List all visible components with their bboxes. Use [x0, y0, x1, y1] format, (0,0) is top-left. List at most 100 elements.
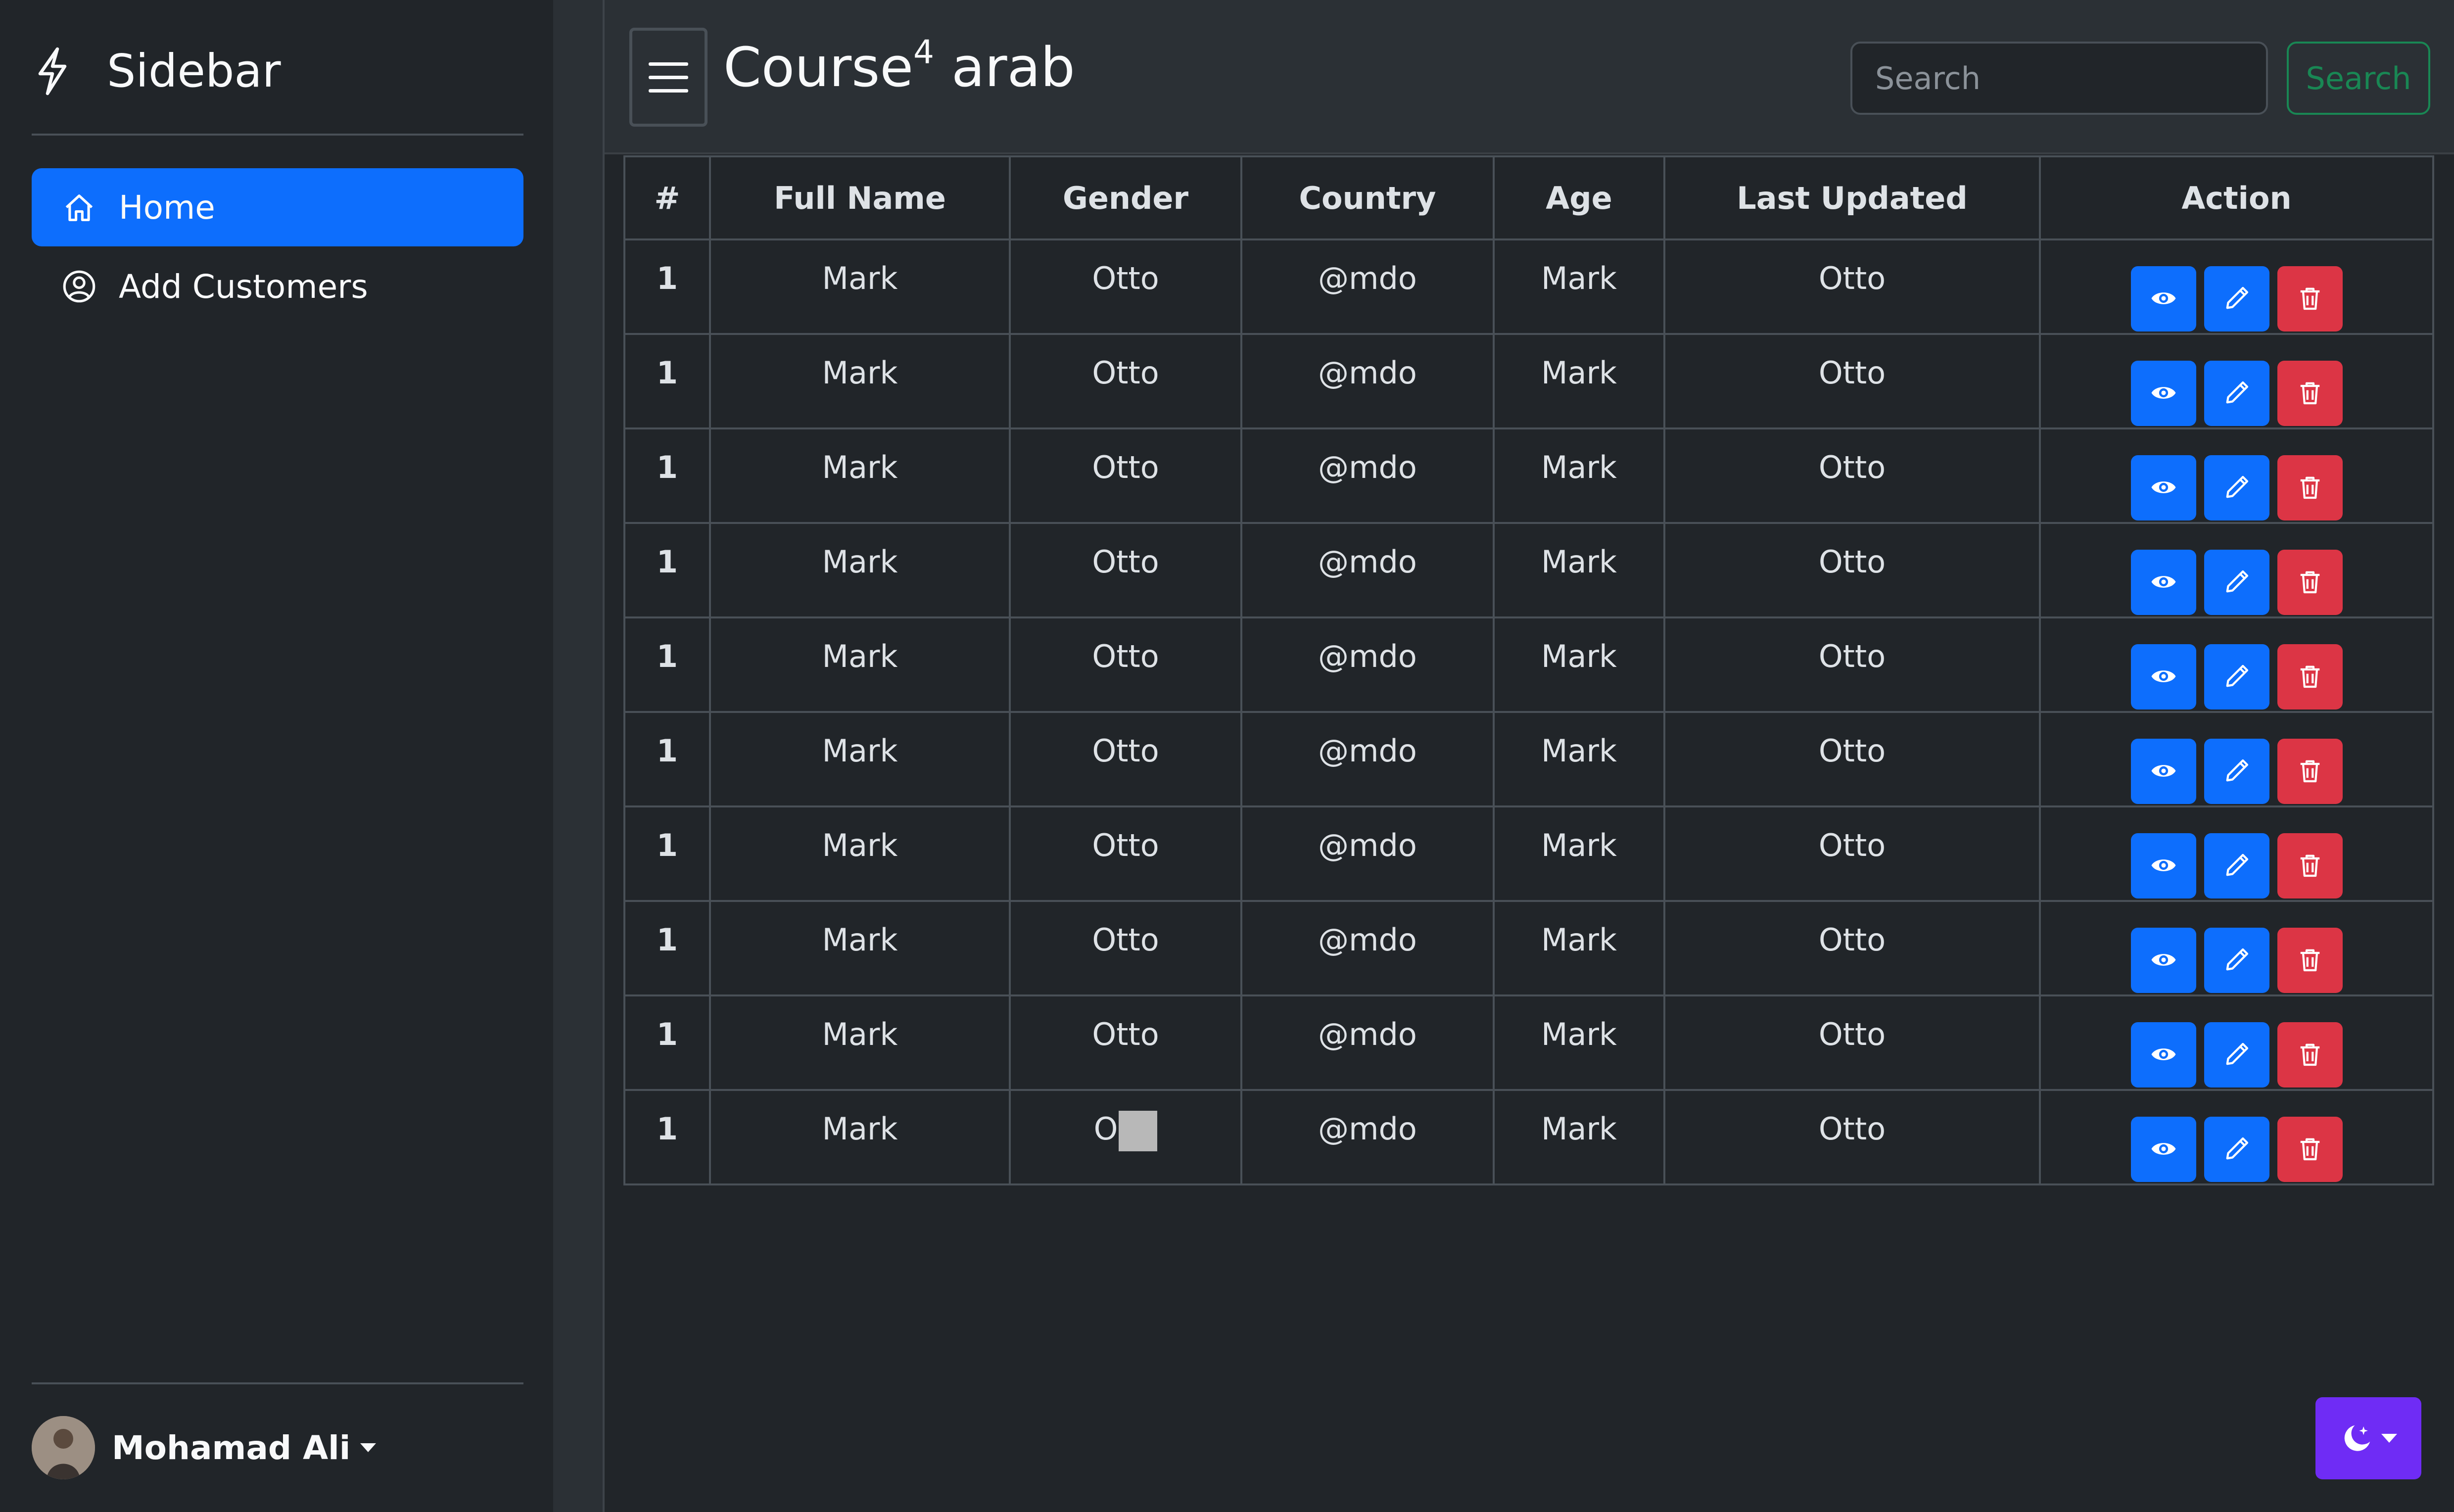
cell-text: Otto [1818, 733, 1886, 769]
pencil-icon [2223, 662, 2251, 692]
column-header[interactable]: Action [2039, 155, 2434, 240]
hamburger-line [649, 89, 688, 93]
edit-button[interactable] [2204, 644, 2269, 709]
delete-button[interactable] [2277, 361, 2343, 426]
edit-button[interactable] [2204, 1022, 2269, 1087]
age-cell: Mark [1493, 238, 1665, 335]
edit-button[interactable] [2204, 833, 2269, 898]
delete-button[interactable] [2277, 550, 2343, 615]
last-updated-cell: Otto [1663, 238, 2041, 335]
action-cell [2039, 711, 2434, 807]
pencil-icon [2223, 1135, 2251, 1164]
column-header[interactable]: # [623, 155, 711, 240]
trash-icon [2296, 946, 2324, 975]
last-updated-cell: Otto [1663, 711, 2041, 807]
action-buttons [2041, 266, 2432, 331]
cell-text: @mdo [1318, 922, 1417, 958]
edit-button[interactable] [2204, 928, 2269, 993]
cell-text: Mark [1541, 922, 1617, 958]
edit-button[interactable] [2204, 550, 2269, 615]
action-buttons [2041, 455, 2432, 520]
edit-button[interactable] [2204, 266, 2269, 331]
full-name-cell: Mark [709, 616, 1011, 713]
edit-button[interactable] [2204, 1117, 2269, 1182]
cell-text: @mdo [1318, 1111, 1417, 1147]
column-header[interactable]: Age [1493, 155, 1665, 240]
last-updated-cell: Otto [1663, 1089, 2041, 1185]
search-input[interactable] [1850, 42, 2268, 115]
sidebar-item-home[interactable]: Home [32, 168, 523, 246]
action-cell [2039, 805, 2434, 902]
cell-text: 1 [656, 355, 678, 391]
age-cell: Mark [1493, 805, 1665, 902]
delete-button[interactable] [2277, 1022, 2343, 1087]
table-header-row: # Full Name Gender Country Age Last Upda… [623, 155, 2434, 240]
column-header[interactable]: Full Name [709, 155, 1011, 240]
delete-button[interactable] [2277, 266, 2343, 331]
country-cell: @mdo [1240, 805, 1495, 902]
gender-cell: Otto [1009, 805, 1242, 902]
column-header[interactable]: Last Updated [1663, 155, 2041, 240]
cell-text: 1 [656, 827, 678, 863]
edit-button[interactable] [2204, 739, 2269, 804]
cell-text: @mdo [1318, 638, 1417, 674]
edit-button[interactable] [2204, 455, 2269, 520]
full-name-cell: Mark [709, 427, 1011, 524]
column-header[interactable]: Country [1240, 155, 1495, 240]
view-button[interactable] [2130, 1117, 2196, 1182]
view-button[interactable] [2130, 455, 2196, 520]
eye-icon [2150, 757, 2177, 786]
search-button[interactable]: Search [2287, 42, 2430, 115]
cell-text: Otto [1818, 1111, 1886, 1147]
full-name-cell: Mark [709, 711, 1011, 807]
country-cell: @mdo [1240, 333, 1495, 429]
view-button[interactable] [2130, 928, 2196, 993]
cell-text: 1 [656, 733, 678, 769]
top-navbar: Course4 arab Search [605, 0, 2454, 154]
delete-button[interactable] [2277, 455, 2343, 520]
column-header[interactable]: Gender [1009, 155, 1242, 240]
avatar [32, 1416, 95, 1479]
menu-toggle-button[interactable] [629, 28, 708, 127]
last-updated-cell: Otto [1663, 994, 2041, 1091]
view-button[interactable] [2130, 739, 2196, 804]
cell-text: 1 [656, 260, 678, 296]
sidebar-brand[interactable]: Sidebar [33, 45, 281, 97]
cell-text: Mark [822, 355, 898, 391]
cell-text: Mark [1541, 733, 1617, 769]
moon-stars-icon [2344, 1425, 2370, 1451]
delete-button[interactable] [2277, 1117, 2343, 1182]
user-menu[interactable]: Mohamad Ali [32, 1416, 377, 1479]
delete-button[interactable] [2277, 928, 2343, 993]
theme-toggle-button[interactable] [2315, 1397, 2421, 1479]
eye-icon [2150, 1040, 2177, 1070]
trash-icon [2296, 284, 2324, 314]
pencil-icon [2223, 851, 2251, 881]
view-button[interactable] [2130, 361, 2196, 426]
delete-button[interactable] [2277, 644, 2343, 709]
delete-button[interactable] [2277, 739, 2343, 804]
full-name-cell: Mark [709, 805, 1011, 902]
action-buttons [2041, 739, 2432, 804]
trash-icon [2296, 473, 2324, 503]
user-name: Mohamad Ali [112, 1428, 351, 1467]
eye-icon [2150, 473, 2177, 503]
hamburger-line [649, 75, 688, 79]
view-button[interactable] [2130, 550, 2196, 615]
view-button[interactable] [2130, 644, 2196, 709]
cell-text: Mark [1541, 544, 1617, 580]
sidebar-item-add-customers[interactable]: Add Customers [32, 247, 523, 326]
delete-button[interactable] [2277, 833, 2343, 898]
view-button[interactable] [2130, 1022, 2196, 1087]
cell-text: Otto [1818, 544, 1886, 580]
last-updated-cell: Otto [1663, 805, 2041, 902]
edit-button[interactable] [2204, 361, 2269, 426]
eye-icon [2150, 851, 2177, 881]
age-cell: Mark [1493, 900, 1665, 996]
gender-cell: Otto [1009, 994, 1242, 1091]
page-title: Course4 arab [723, 33, 1075, 99]
sidebar-brand-label: Sidebar [107, 45, 281, 97]
last-updated-cell: Otto [1663, 522, 2041, 618]
view-button[interactable] [2130, 266, 2196, 331]
view-button[interactable] [2130, 833, 2196, 898]
